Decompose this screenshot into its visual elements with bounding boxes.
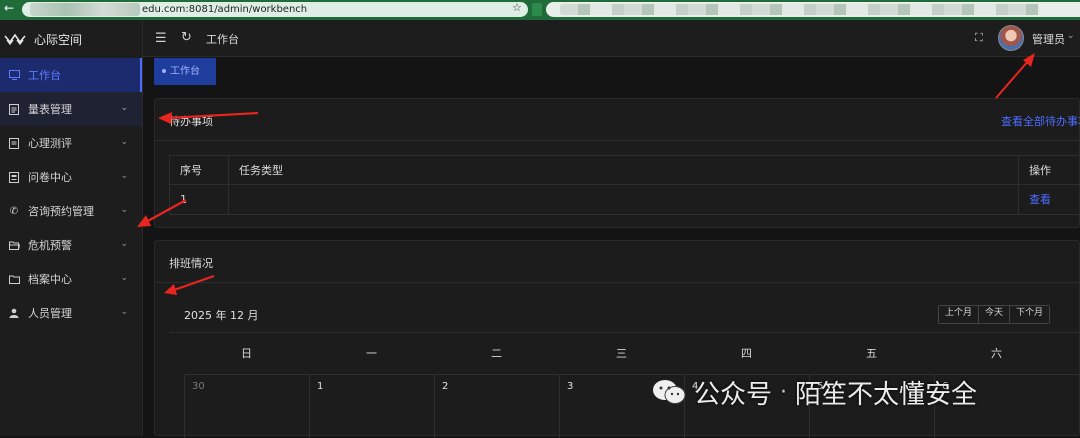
weekday-label: 四	[741, 347, 752, 360]
column-header: 任务类型	[229, 156, 1020, 184]
form-icon	[8, 171, 20, 183]
sidebar-item-appointment[interactable]: ✆ 咨询预约管理 ⌄	[0, 194, 142, 228]
calendar-day-cell[interactable]: 1	[309, 375, 434, 438]
view-link[interactable]: 查看	[1019, 185, 1080, 214]
sidebar-item-label: 问卷中心	[28, 171, 72, 184]
tab-label: 工作台	[170, 66, 200, 77]
app-logo[interactable]: 心际空间	[0, 20, 142, 58]
calendar-nav: 上个月 今天 下个月	[938, 305, 1051, 324]
sidebar: 心际空间 工作台 量表管理 ⌄ 心理测评 ⌄ 问卷中心 ⌄ ✆ 咨询预约管理 ⌄	[0, 20, 143, 436]
next-month-button[interactable]: 下个月	[1010, 306, 1050, 323]
chevron-down-icon[interactable]: ⌄	[1067, 31, 1075, 41]
sidebar-item-workbench[interactable]: 工作台	[0, 58, 142, 92]
refresh-icon[interactable]: ↻	[181, 30, 192, 45]
table-header-row: 序号 任务类型 操作	[170, 156, 1080, 185]
chevron-down-icon: ⌄	[120, 239, 128, 249]
row-index: 1	[170, 185, 229, 214]
folder-icon	[8, 273, 20, 285]
document-icon	[8, 103, 20, 115]
user-menu[interactable]: 管理员	[1032, 31, 1065, 47]
sidebar-item-label: 危机预警	[28, 239, 72, 252]
sidebar-item-personnel[interactable]: 人员管理 ⌄	[0, 296, 142, 330]
extension-icon[interactable]	[532, 3, 542, 16]
row-task-type	[229, 185, 1020, 214]
table-row: 1 查看	[170, 185, 1080, 214]
sidebar-item-label: 档案中心	[28, 273, 72, 286]
weekday-label: 一	[366, 347, 377, 360]
weekday-label: 日	[241, 347, 252, 360]
chevron-down-icon: ⌄	[120, 103, 128, 113]
weekday-row: 日 一 二 三 四 五 六	[184, 345, 1080, 361]
chevron-down-icon: ⌄	[120, 205, 128, 215]
bookmark-star-icon[interactable]: ☆	[512, 1, 522, 14]
sidebar-item-label: 咨询预约管理	[28, 205, 94, 218]
document-icon	[8, 137, 20, 149]
weekday-label: 六	[991, 347, 1002, 360]
todo-card: 待办事项 查看全部待办事项 序号 任务类型 操作 1 查看	[154, 98, 1080, 228]
browser-bar: ← edu.com:8081/admin/workbench ☆	[0, 0, 1080, 20]
column-header: 操作	[1029, 164, 1052, 177]
calendar-header: 2025 年 12 月 上个月 今天 下个月	[169, 295, 1080, 333]
sidebar-item-psych-assessment[interactable]: 心理测评 ⌄	[0, 126, 142, 160]
sidebar-item-label: 工作台	[28, 69, 61, 82]
sidebar-item-label: 量表管理	[28, 103, 72, 116]
calendar-day-cell[interactable]: 2	[434, 375, 559, 438]
address-text: edu.com:8081/admin/workbench	[142, 4, 308, 15]
tabs-bar: 工作台	[143, 57, 1080, 87]
tab-workbench[interactable]: 工作台	[154, 58, 216, 85]
todo-table: 序号 任务类型 操作 1 查看	[169, 155, 1080, 215]
sidebar-item-label: 人员管理	[28, 307, 72, 320]
logo-icon	[4, 33, 26, 46]
fullscreen-icon[interactable]: ⛶	[975, 31, 983, 45]
schedule-card-header: 排班情况	[155, 241, 1079, 283]
calendar-day-cell[interactable]: 30	[184, 375, 309, 438]
monitor-icon	[8, 69, 20, 81]
sidebar-item-crisis-warning[interactable]: 危机预警 ⌄	[0, 228, 142, 262]
breadcrumb: 工作台	[206, 33, 239, 46]
schedule-title: 排班情况	[169, 257, 213, 270]
calendar-month-title: 2025 年 12 月	[184, 309, 259, 322]
avatar[interactable]	[998, 25, 1024, 51]
todo-title: 待办事项	[169, 115, 213, 128]
weekday-label: 五	[866, 347, 877, 360]
column-header: 序号	[170, 156, 229, 184]
back-arrow-icon[interactable]: ←	[4, 1, 14, 15]
chevron-down-icon: ⌄	[120, 137, 128, 147]
prev-month-button[interactable]: 上个月	[939, 306, 980, 323]
blurred-bookmarks-text	[560, 4, 1040, 15]
sidebar-item-label: 心理测评	[28, 137, 72, 150]
chevron-down-icon: ⌄	[120, 171, 128, 181]
watermark-author: 陌笙不太懂安全	[795, 379, 978, 410]
weekday-label: 二	[491, 347, 502, 360]
sidebar-item-questionnaire[interactable]: 问卷中心 ⌄	[0, 160, 142, 194]
top-navbar: ☰ ↻ 工作台 ⛶ 管理员 ⌄	[143, 20, 1080, 57]
today-button[interactable]: 今天	[979, 306, 1011, 323]
blurred-url-prefix	[30, 3, 140, 16]
watermark-text: 公众号	[694, 379, 773, 410]
sidebar-item-scale-management[interactable]: 量表管理 ⌄	[0, 92, 142, 126]
phone-icon: ✆	[9, 205, 19, 217]
app-name: 心际空间	[34, 32, 83, 47]
sidebar-item-archive[interactable]: 档案中心 ⌄	[0, 262, 142, 296]
hamburger-icon[interactable]: ☰	[155, 31, 167, 46]
todo-card-header: 待办事项 查看全部待办事项	[155, 99, 1080, 141]
folder-open-icon	[8, 239, 20, 251]
watermark-separator: ·	[780, 379, 788, 405]
chevron-down-icon: ⌄	[120, 307, 128, 317]
weekday-label: 三	[616, 347, 627, 360]
view-all-todos-link[interactable]: 查看全部待办事项	[1001, 113, 1080, 129]
user-icon	[8, 307, 20, 319]
watermark: 公众号 · 陌笙不太懂安全	[652, 372, 977, 412]
chevron-down-icon: ⌄	[120, 273, 128, 283]
wechat-icon	[652, 378, 686, 406]
active-dot-icon	[162, 69, 166, 73]
